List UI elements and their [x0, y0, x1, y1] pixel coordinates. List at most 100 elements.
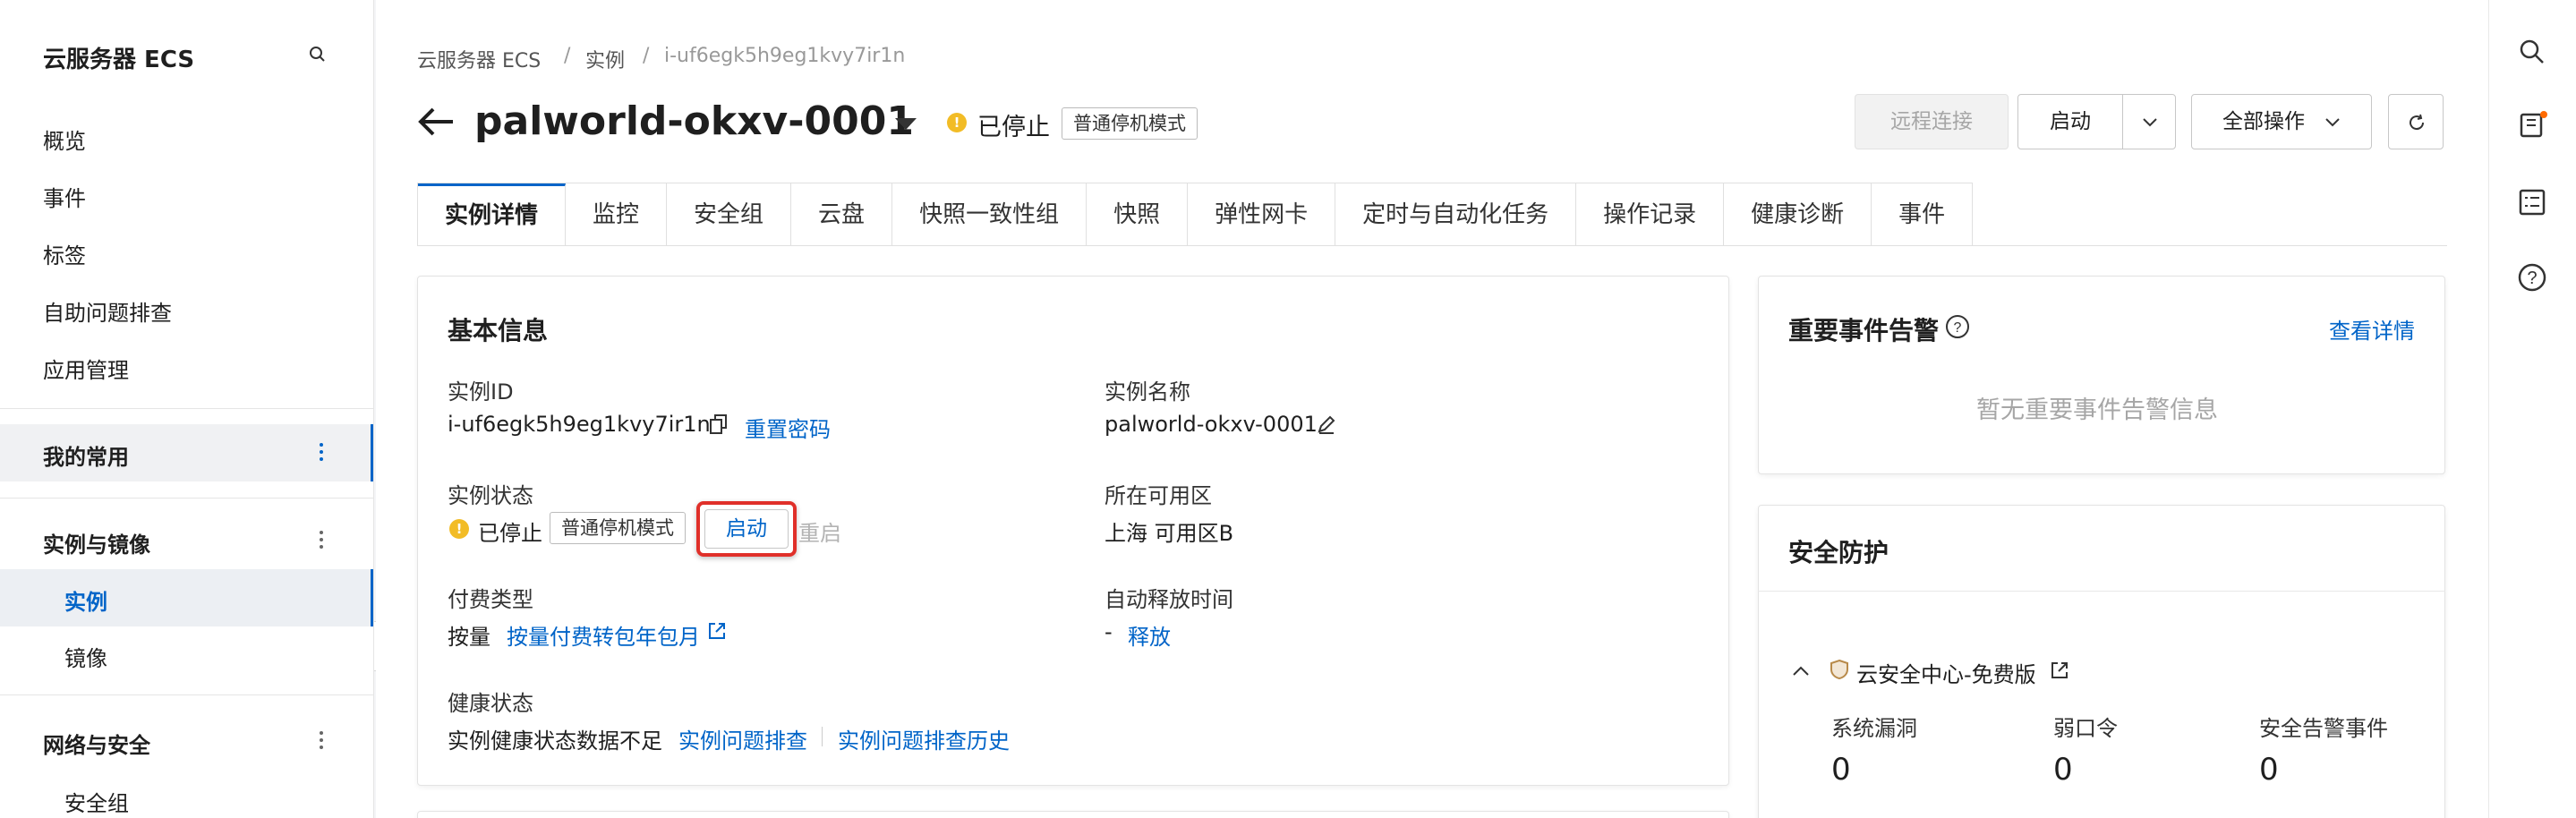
- tab-monitoring[interactable]: 监控: [566, 183, 668, 246]
- tab-eni[interactable]: 弹性网卡: [1188, 183, 1336, 246]
- chevron-down-icon: [2325, 118, 2340, 127]
- billing-type-label: 付费类型: [448, 587, 533, 612]
- view-details-link[interactable]: 查看详情: [2329, 313, 2415, 345]
- breadcrumb-ecs[interactable]: 云服务器 ECS: [417, 45, 541, 73]
- tab-snapshot-consistency-group[interactable]: 快照一致性组: [892, 183, 1088, 246]
- search-icon[interactable]: [308, 45, 328, 64]
- restart-link: 重启: [798, 521, 841, 546]
- help-icon[interactable]: ?: [2516, 261, 2548, 294]
- tab-instance-details[interactable]: 实例详情: [418, 183, 567, 246]
- instance-name: palworld-okxv-0001: [1105, 412, 1318, 437]
- sidebar-item-overview[interactable]: 概览: [43, 124, 86, 155]
- basic-info-title: 基本信息: [448, 316, 549, 345]
- release-link[interactable]: 释放: [1128, 619, 1171, 651]
- tab-scheduled-tasks[interactable]: 定时与自动化任务: [1335, 183, 1577, 246]
- auto-release-value: -: [1105, 619, 1113, 644]
- important-alerts-card: [1758, 276, 2445, 474]
- start-button[interactable]: 启动: [2017, 94, 2123, 149]
- metric-label: 弱口令: [2053, 716, 2118, 741]
- instance-status-label: 实例状态: [448, 483, 533, 508]
- breadcrumb-instances[interactable]: 实例: [585, 45, 625, 73]
- shield-icon: [1830, 659, 1848, 680]
- start-dropdown-button[interactable]: [2122, 94, 2176, 149]
- convert-billing-link[interactable]: 按量付费转包年包月: [507, 619, 700, 651]
- more-icon[interactable]: [315, 440, 328, 464]
- health-status-label: 健康状态: [448, 691, 533, 716]
- external-link-icon[interactable]: [707, 621, 727, 641]
- instance-name-label: 实例名称: [1105, 379, 1190, 405]
- sidebar-divider: [0, 694, 374, 695]
- tab-events[interactable]: 事件: [1872, 183, 1973, 246]
- status-text: 已停止: [977, 114, 1050, 141]
- warning-icon: [947, 113, 967, 132]
- refresh-icon: [2410, 114, 2425, 131]
- metric-label: 安全告警事件: [2259, 716, 2388, 741]
- instance-id-label: 实例ID: [448, 379, 514, 405]
- health-status-text: 实例健康状态数据不足: [448, 729, 662, 754]
- search-icon[interactable]: [2516, 36, 2548, 68]
- copy-icon[interactable]: [709, 413, 729, 435]
- caret-down-icon[interactable]: [893, 115, 918, 132]
- sidebar-item-app-management[interactable]: 应用管理: [43, 353, 129, 384]
- chevron-down-icon: [2143, 118, 2157, 127]
- help-icon[interactable]: ?: [1944, 313, 1971, 340]
- more-icon[interactable]: [315, 528, 328, 551]
- book-icon[interactable]: [2516, 109, 2548, 141]
- mode-badge: 普通停机模式: [1062, 107, 1198, 140]
- tab-operation-log[interactable]: 操作记录: [1576, 183, 1725, 246]
- instance-status: 已停止: [478, 521, 542, 546]
- sidebar-item-images[interactable]: 镜像: [64, 641, 107, 672]
- security-center-name[interactable]: 云安全中心-免费版: [1856, 657, 2036, 688]
- checklist-icon[interactable]: [2516, 186, 2548, 218]
- sidebar-title: 云服务器 ECS: [43, 47, 195, 73]
- sidebar-group-label: 实例与镜像: [43, 533, 150, 558]
- breadcrumb-separator: /: [564, 45, 571, 67]
- sidebar-divider: [0, 408, 374, 409]
- sidebar-item-instances[interactable]: 实例: [0, 569, 373, 626]
- link-divider: [822, 727, 823, 746]
- sidebar-group-label: 网络与安全: [43, 733, 150, 758]
- auto-release-label: 自动释放时间: [1105, 587, 1233, 612]
- refresh-button[interactable]: [2388, 94, 2444, 149]
- card-divider: [1758, 591, 2445, 592]
- all-operations-button[interactable]: 全部操作: [2191, 94, 2372, 149]
- breadcrumb-separator: /: [643, 45, 650, 67]
- remote-connect-button[interactable]: 远程连接: [1855, 94, 2009, 149]
- alerts-empty-text: 暂无重要事件告警信息: [1976, 396, 2218, 424]
- start-instance-button[interactable]: 启动: [704, 509, 789, 549]
- sidebar-group-favorites[interactable]: 我的常用: [0, 424, 373, 481]
- next-card: [417, 811, 1729, 818]
- tab-security-group[interactable]: 安全组: [667, 183, 792, 246]
- svg-text:?: ?: [1954, 320, 1962, 336]
- page-title: palworld-okxv-0001: [474, 98, 914, 144]
- sidebar-item-security-group[interactable]: 安全组: [64, 786, 129, 817]
- sidebar-group-network-security[interactable]: 网络与安全: [0, 712, 373, 770]
- reset-password-link[interactable]: 重置密码: [745, 412, 831, 443]
- sidebar-item-self-diagnosis[interactable]: 自助问题排查: [43, 295, 172, 327]
- external-link-icon[interactable]: [2050, 660, 2069, 680]
- tab-health-diagnosis[interactable]: 健康诊断: [1724, 183, 1872, 246]
- troubleshoot-history-link[interactable]: 实例问题排查历史: [838, 723, 1010, 754]
- tab-divider: [417, 245, 2447, 246]
- tab-bar: 实例详情 监控 安全组 云盘 快照一致性组 快照 弹性网卡 定时与自动化任务 操…: [417, 183, 1974, 246]
- metric-label: 系统漏洞: [1831, 716, 1917, 741]
- sidebar-group-label: 我的常用: [43, 445, 129, 470]
- chevron-up-icon[interactable]: [1792, 664, 1810, 677]
- warning-icon: [449, 519, 469, 539]
- right-toolbar: ?: [2488, 0, 2576, 818]
- tab-cloud-disk[interactable]: 云盘: [791, 183, 893, 246]
- tab-snapshot[interactable]: 快照: [1087, 183, 1189, 246]
- sidebar-item-tags[interactable]: 标签: [43, 238, 86, 269]
- mode-badge: 普通停机模式: [550, 512, 686, 544]
- sidebar-group-instances-images[interactable]: 实例与镜像: [0, 512, 373, 569]
- troubleshoot-link[interactable]: 实例问题排查: [678, 723, 807, 754]
- metric-value: 0: [2259, 752, 2279, 788]
- sidebar-item-label: 实例: [64, 590, 107, 615]
- edit-icon[interactable]: [1316, 413, 1337, 435]
- alerts-title: 重要事件告警: [1788, 316, 1940, 345]
- sidebar-item-events[interactable]: 事件: [43, 181, 86, 212]
- billing-type: 按量: [448, 625, 490, 650]
- all-operations-label: 全部操作: [2222, 110, 2305, 133]
- more-icon[interactable]: [315, 729, 328, 752]
- back-arrow-icon[interactable]: [417, 106, 456, 138]
